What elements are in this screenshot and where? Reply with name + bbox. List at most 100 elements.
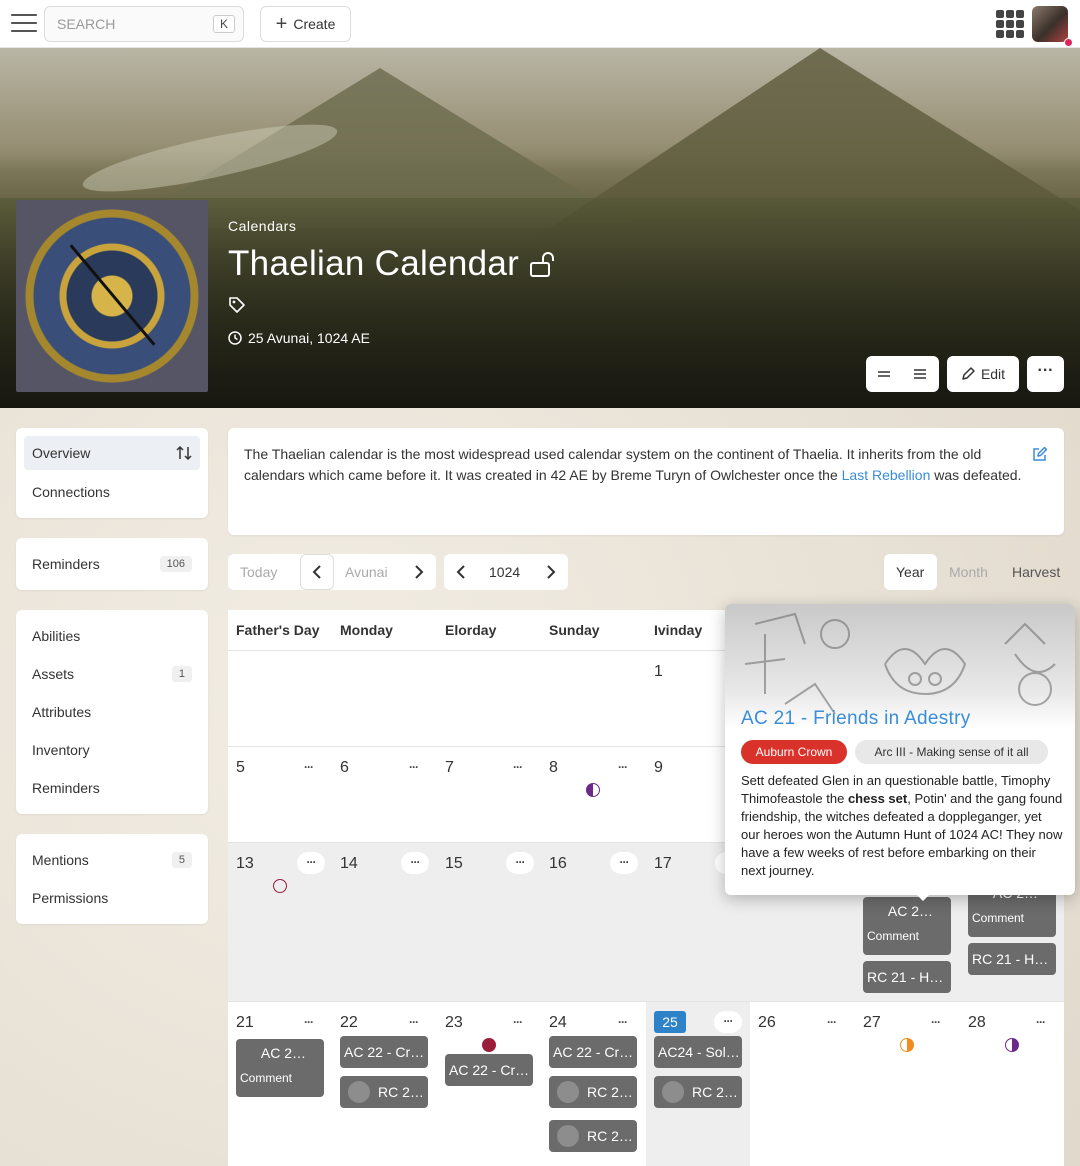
calendar-entry[interactable]: RC 21 - Ho…: [968, 943, 1056, 975]
entry-subtitle: Comment: [240, 1071, 293, 1085]
tag-icon[interactable]: [228, 296, 246, 314]
calendar-entry[interactable]: AC 22 - Cr…: [549, 1036, 637, 1068]
clock-icon: [228, 331, 242, 345]
sidebar-item-overview[interactable]: Overview: [24, 436, 200, 470]
calendar-entry[interactable]: AC 22 - Cr…: [445, 1054, 533, 1086]
day-number[interactable]: 16: [549, 855, 567, 873]
day-menu-button[interactable]: ···: [513, 1015, 523, 1029]
view-year-button[interactable]: Year: [884, 554, 937, 590]
calendar-entry[interactable]: AC 22 - Cr…: [340, 1036, 428, 1068]
day-menu-button[interactable]: ···: [931, 1015, 941, 1029]
today-day-number[interactable]: 25: [654, 1011, 686, 1033]
day-menu-button[interactable]: ···: [506, 852, 534, 874]
day-menu-button[interactable]: ···: [827, 1015, 837, 1029]
event-title[interactable]: AC 21 - Friends in Adestry: [741, 708, 971, 730]
sidebar-item-label: Mentions: [32, 852, 89, 868]
day-number[interactable]: 8: [549, 759, 558, 777]
view-harvest-button[interactable]: Harvest: [1012, 564, 1060, 580]
day-menu-button[interactable]: ···: [409, 1015, 419, 1029]
sidebar-item-label: Abilities: [32, 628, 81, 644]
apps-grid-icon[interactable]: [996, 10, 1024, 38]
day-menu-button[interactable]: ···: [1036, 1015, 1046, 1029]
calendar-entry[interactable]: RC 2…: [549, 1120, 637, 1152]
list-layout-icon[interactable]: [902, 356, 938, 392]
calendar-image[interactable]: [16, 200, 208, 392]
sidebar-item-connections[interactable]: Connections: [32, 475, 192, 509]
unlock-icon[interactable]: [528, 250, 558, 280]
full-moon-icon[interactable]: [482, 1038, 496, 1052]
new-moon-icon[interactable]: [273, 879, 287, 893]
calendar-entry[interactable]: RC 2…: [549, 1076, 637, 1108]
calendar-entry[interactable]: AC24 - Sol…: [654, 1036, 742, 1068]
sidebar-item-attributes[interactable]: Attributes: [32, 695, 192, 729]
search-box[interactable]: K: [44, 6, 244, 42]
edit-button[interactable]: Edit: [947, 356, 1019, 392]
sidebar-item-label: Assets: [32, 666, 75, 682]
day-menu-button[interactable]: ···: [618, 760, 628, 774]
day-number[interactable]: 14: [340, 855, 358, 873]
current-month[interactable]: Avunai: [345, 564, 388, 580]
day-number[interactable]: 17: [654, 855, 672, 873]
day-number[interactable]: 13: [236, 855, 254, 873]
today-button[interactable]: Today: [240, 564, 277, 580]
calendar-entry[interactable]: AC 2… Comment: [863, 897, 951, 955]
moon-half-icon[interactable]: [900, 1038, 914, 1052]
day-number[interactable]: 7: [445, 759, 454, 777]
sidebar-item-assets[interactable]: Assets 1: [32, 657, 192, 691]
sidebar-item-reminders[interactable]: Reminders 106: [32, 547, 192, 581]
search-shortcut-key: K: [213, 15, 235, 33]
day-number[interactable]: 27: [863, 1014, 881, 1032]
sidebar-item-abilities[interactable]: Abilities: [32, 619, 192, 653]
day-number[interactable]: 26: [758, 1014, 776, 1032]
view-month-button[interactable]: Month: [949, 564, 988, 580]
previous-month-button[interactable]: [300, 554, 334, 590]
day-number[interactable]: 24: [549, 1014, 567, 1032]
next-month-button[interactable]: [402, 554, 436, 590]
search-input[interactable]: [57, 16, 207, 32]
sidebar-item-label: Attributes: [32, 704, 92, 720]
day-number[interactable]: 22: [340, 1014, 358, 1032]
sidebar-item-inventory[interactable]: Inventory: [32, 733, 192, 767]
day-menu-button[interactable]: ···: [714, 1011, 742, 1033]
day-number[interactable]: 5: [236, 759, 245, 777]
day-menu-button[interactable]: ···: [401, 852, 429, 874]
moon-half-icon[interactable]: [586, 783, 600, 797]
edit-entry-icon[interactable]: [1032, 446, 1048, 462]
next-year-button[interactable]: [534, 554, 568, 590]
calendar-entry[interactable]: AC 2… Comment: [236, 1039, 324, 1097]
more-actions-button[interactable]: ···: [1027, 356, 1064, 392]
current-year[interactable]: 1024: [489, 564, 520, 580]
tag-auburn-crown[interactable]: Auburn Crown: [741, 740, 847, 764]
day-menu-button[interactable]: ···: [304, 760, 314, 774]
tag-arc-iii[interactable]: Arc III - Making sense of it all: [855, 740, 1048, 764]
sort-arrows-icon[interactable]: [176, 445, 192, 461]
sidebar-item-mentions[interactable]: Mentions 5: [32, 843, 192, 877]
entry-avatar: [557, 1124, 579, 1147]
day-number[interactable]: 9: [654, 759, 663, 777]
create-button[interactable]: + Create: [260, 6, 351, 42]
day-menu-button[interactable]: ···: [304, 1015, 314, 1029]
day-menu-button[interactable]: ···: [513, 760, 523, 774]
day-number[interactable]: 21: [236, 1014, 254, 1032]
last-rebellion-link[interactable]: Last Rebellion: [842, 467, 931, 483]
sidebar-item-permissions[interactable]: Permissions: [32, 881, 192, 915]
calendar-entry[interactable]: RC 2…: [340, 1076, 428, 1108]
breadcrumb[interactable]: Calendars: [228, 218, 296, 234]
previous-year-button[interactable]: [444, 554, 478, 590]
day-number[interactable]: 6: [340, 759, 349, 777]
calendar-entry[interactable]: RC 2…: [654, 1076, 742, 1108]
day-menu-button[interactable]: ···: [409, 760, 419, 774]
calendar-entry[interactable]: RC 21 - Ho…: [863, 961, 951, 993]
day-number[interactable]: 1: [654, 663, 663, 681]
moon-half-icon[interactable]: [1005, 1038, 1019, 1052]
day-number[interactable]: 15: [445, 855, 463, 873]
sidebar-item-reminders-2[interactable]: Reminders: [32, 771, 192, 805]
day-number[interactable]: 28: [968, 1014, 986, 1032]
user-avatar[interactable]: [1032, 6, 1073, 47]
day-menu-button[interactable]: ···: [618, 1015, 628, 1029]
day-number[interactable]: 23: [445, 1014, 463, 1032]
day-menu-button[interactable]: ···: [610, 852, 638, 874]
hamburger-menu-icon[interactable]: [11, 14, 37, 34]
two-column-layout-icon[interactable]: [866, 356, 902, 392]
day-menu-button[interactable]: ···: [297, 852, 325, 874]
